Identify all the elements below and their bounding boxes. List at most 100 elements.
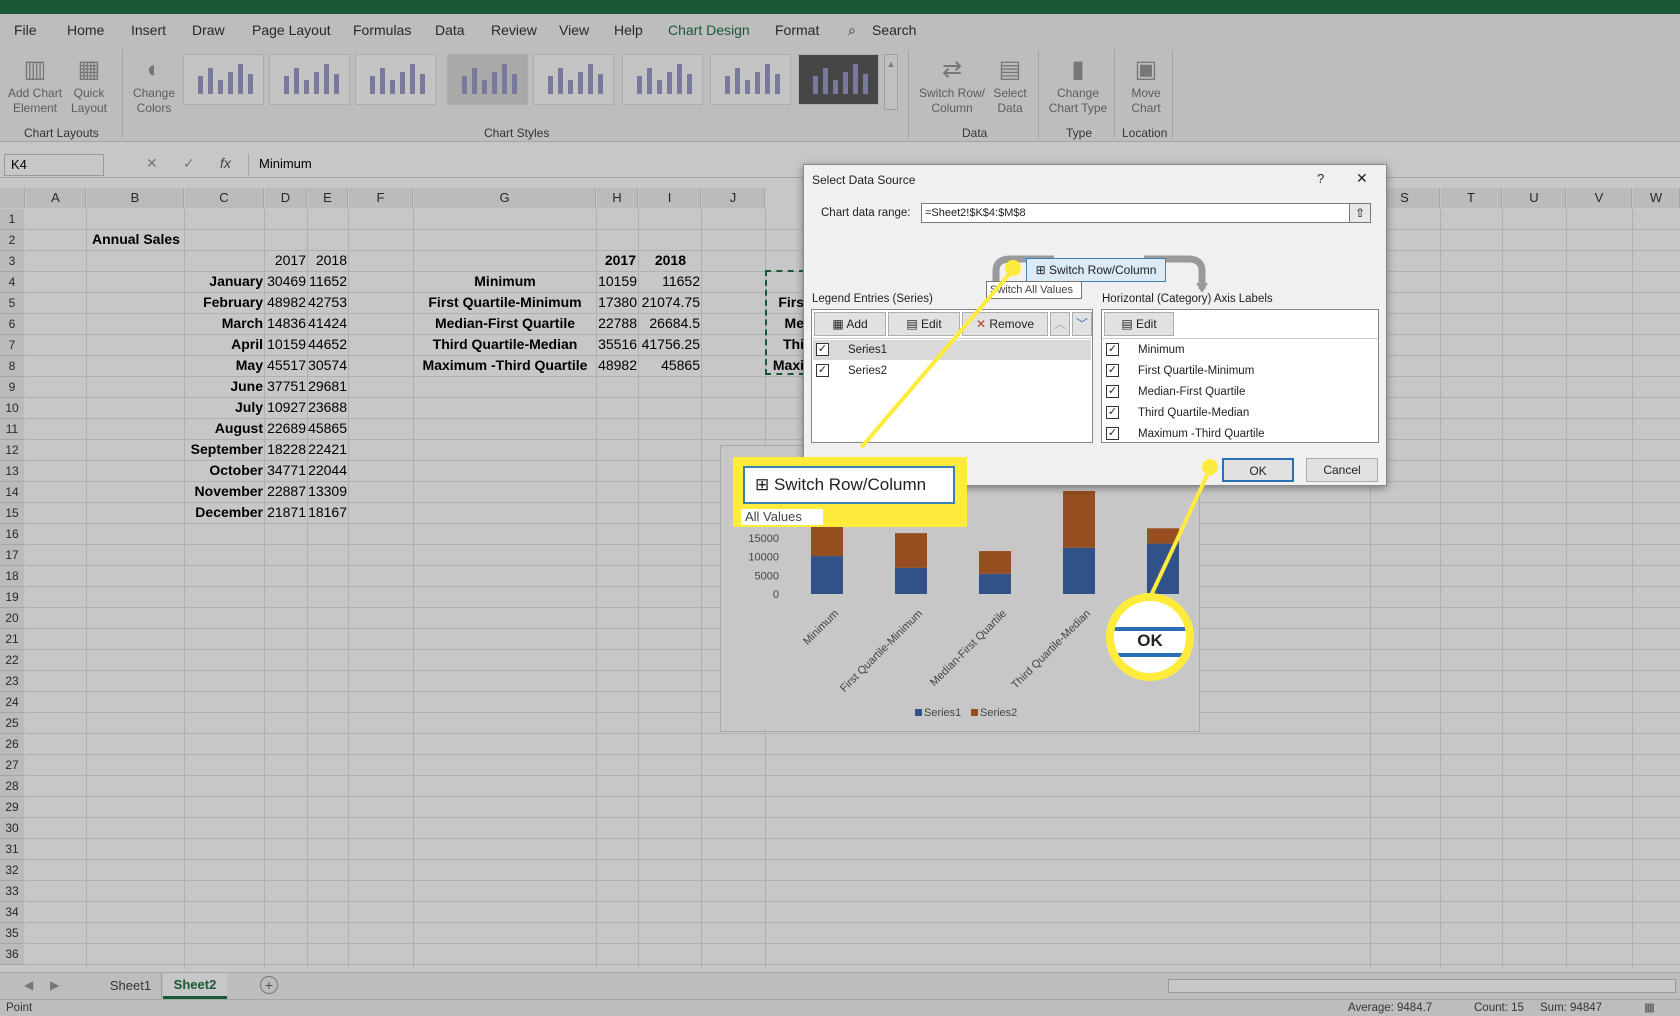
row-header[interactable]: 7 <box>0 335 24 356</box>
ok-button[interactable]: OK <box>1222 458 1294 482</box>
row-header[interactable]: 9 <box>0 377 24 398</box>
row-header[interactable]: 21 <box>0 629 24 650</box>
tab-formulas[interactable]: Formulas <box>353 22 411 38</box>
column-header[interactable]: W <box>1633 188 1680 208</box>
tab-page-layout[interactable]: Page Layout <box>252 22 331 38</box>
column-header[interactable]: A <box>26 188 86 208</box>
chart-style-thumbnail[interactable] <box>710 54 791 105</box>
tab-chart-design[interactable]: Chart Design <box>668 22 750 38</box>
tab-help[interactable]: Help <box>614 22 643 38</box>
series2-checkbox[interactable]: ✓ <box>816 364 829 377</box>
chart-style-thumbnail[interactable] <box>798 54 879 105</box>
row-header[interactable]: 18 <box>0 566 24 587</box>
column-header[interactable]: F <box>349 188 413 208</box>
chart-style-thumbnail[interactable] <box>183 54 264 105</box>
row-header[interactable]: 20 <box>0 608 24 629</box>
row-header[interactable]: 27 <box>0 755 24 776</box>
row-header[interactable]: 8 <box>0 356 24 377</box>
column-header[interactable]: B <box>87 188 184 208</box>
sheet-tab-sheet1[interactable]: Sheet1 <box>100 973 162 999</box>
category-checkbox[interactable]: ✓ <box>1106 343 1119 356</box>
quick-layout-button[interactable]: ▦ Quick Layout <box>64 54 114 116</box>
normal-view-icon[interactable]: ▦ <box>1644 1000 1655 1014</box>
sheet-tab-sheet2[interactable]: Sheet2 <box>163 973 227 999</box>
edit-series-button[interactable]: ▤ Edit <box>888 312 960 336</box>
row-header[interactable]: 10 <box>0 398 24 419</box>
chart-style-thumbnail[interactable] <box>447 54 528 105</box>
row-header[interactable]: 25 <box>0 713 24 734</box>
row-header[interactable]: 29 <box>0 797 24 818</box>
chart-style-thumbnail[interactable] <box>269 54 350 105</box>
category-checkbox[interactable]: ✓ <box>1106 427 1119 440</box>
row-header[interactable]: 12 <box>0 440 24 461</box>
row-header[interactable]: 22 <box>0 650 24 671</box>
switch-row-column-ribbon-button[interactable]: ⇄ Switch Row/ Column <box>918 54 986 116</box>
row-header[interactable]: 17 <box>0 545 24 566</box>
cancel-icon[interactable]: ✕ <box>146 155 158 172</box>
tab-data[interactable]: Data <box>435 22 465 38</box>
row-header[interactable]: 5 <box>0 293 24 314</box>
row-header[interactable]: 35 <box>0 923 24 944</box>
change-chart-type-button[interactable]: ▮ Change Chart Type <box>1046 54 1110 116</box>
series1-checkbox[interactable]: ✓ <box>816 343 829 356</box>
function-icon[interactable]: fx <box>220 155 231 171</box>
select-all-corner[interactable] <box>0 188 25 208</box>
row-header[interactable]: 6 <box>0 314 24 335</box>
row-header[interactable]: 11 <box>0 419 24 440</box>
category-checkbox[interactable]: ✓ <box>1106 406 1119 419</box>
add-chart-element-button[interactable]: ▥ Add Chart Element <box>8 54 62 116</box>
column-header[interactable]: V <box>1567 188 1632 208</box>
category-checkbox[interactable]: ✓ <box>1106 364 1119 377</box>
row-header[interactable]: 16 <box>0 524 24 545</box>
chart-style-thumbnail[interactable] <box>533 54 614 105</box>
gallery-scroll[interactable]: ▲ <box>884 54 898 110</box>
row-header[interactable]: 1 <box>0 209 24 230</box>
chart-style-thumbnail[interactable] <box>622 54 703 105</box>
row-header[interactable]: 34 <box>0 902 24 923</box>
add-series-button[interactable]: ▦ Add <box>814 312 886 336</box>
row-header[interactable]: 33 <box>0 881 24 902</box>
help-icon[interactable]: ? <box>1317 171 1324 186</box>
chart-data-range-input[interactable]: =Sheet2!$K$4:$M$8 <box>921 203 1353 223</box>
tab-home[interactable]: Home <box>67 22 104 38</box>
tab-format[interactable]: Format <box>775 22 819 38</box>
column-header[interactable]: C <box>185 188 264 208</box>
move-down-icon[interactable]: ﹀ <box>1072 312 1092 336</box>
switch-row-column-button[interactable]: ⊞ Switch Row/Column <box>1026 258 1166 282</box>
row-header[interactable]: 31 <box>0 839 24 860</box>
row-header[interactable]: 14 <box>0 482 24 503</box>
column-header[interactable]: U <box>1503 188 1566 208</box>
search-icon[interactable]: ⌕ <box>848 22 856 39</box>
column-header[interactable]: D <box>265 188 307 208</box>
name-box[interactable]: K4 <box>4 154 104 176</box>
collapse-dialog-icon[interactable]: ⇧ <box>1349 203 1371 223</box>
scroll-right-icon[interactable]: ▶ <box>50 978 59 992</box>
row-header[interactable]: 2 <box>0 230 24 251</box>
column-header[interactable]: T <box>1441 188 1502 208</box>
check-icon[interactable]: ✓ <box>183 155 195 172</box>
row-header[interactable]: 26 <box>0 734 24 755</box>
row-header[interactable]: 13 <box>0 461 24 482</box>
move-chart-button[interactable]: ▣ Move Chart <box>1124 54 1168 116</box>
edit-axis-labels-button[interactable]: ▤ Edit <box>1104 312 1174 336</box>
row-header[interactable]: 30 <box>0 818 24 839</box>
row-header[interactable]: 24 <box>0 692 24 713</box>
tab-insert[interactable]: Insert <box>131 22 166 38</box>
tab-draw[interactable]: Draw <box>192 22 225 38</box>
horizontal-scrollbar[interactable] <box>1168 979 1676 993</box>
row-header[interactable]: 4 <box>0 272 24 293</box>
close-icon[interactable]: ✕ <box>1356 170 1368 187</box>
column-header[interactable]: H <box>597 188 638 208</box>
select-data-button[interactable]: ▤ Select Data <box>988 54 1032 116</box>
column-header[interactable]: J <box>702 188 765 208</box>
change-colors-button[interactable]: ◐ Change Colors <box>128 54 180 116</box>
row-header[interactable]: 32 <box>0 860 24 881</box>
tab-file[interactable]: File <box>14 22 37 38</box>
scroll-left-icon[interactable]: ◀ <box>24 978 33 992</box>
row-header[interactable]: 3 <box>0 251 24 272</box>
tab-search[interactable]: Search <box>872 22 916 38</box>
tab-view[interactable]: View <box>559 22 589 38</box>
row-header[interactable]: 15 <box>0 503 24 524</box>
cancel-button[interactable]: Cancel <box>1306 458 1378 482</box>
column-header[interactable]: E <box>308 188 348 208</box>
